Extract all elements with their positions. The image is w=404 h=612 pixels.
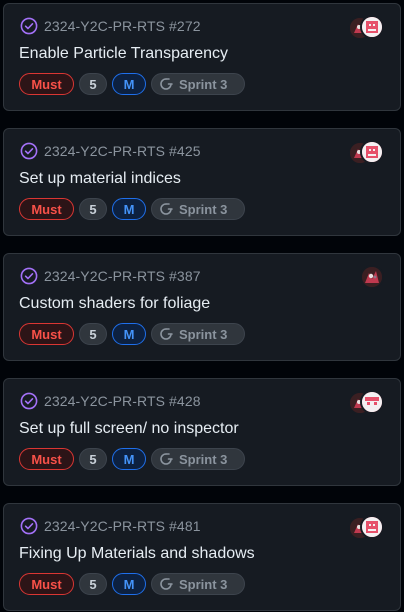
sprint-badge[interactable]: Sprint 3 [151, 573, 245, 595]
card-fields: Must 5 M Sprint 3 [19, 323, 250, 345]
iteration-icon [158, 201, 174, 217]
card-header: 2324-Y2C-PR-RTS #481 [20, 516, 201, 536]
priority-badge[interactable]: Must [19, 198, 74, 220]
iteration-icon [158, 451, 174, 467]
sprint-label: Sprint 3 [179, 201, 228, 217]
assignees[interactable] [348, 515, 386, 541]
assignee-avatar[interactable] [360, 15, 384, 39]
issue-card[interactable]: 2324-Y2C-PR-RTS #425 Set up material ind… [3, 128, 401, 236]
size-badge[interactable]: M [112, 198, 146, 220]
iteration-icon [158, 326, 174, 342]
assignee-avatar[interactable] [360, 265, 384, 289]
card-header: 2324-Y2C-PR-RTS #387 [20, 266, 201, 286]
card-fields: Must 5 M Sprint 3 [19, 573, 250, 595]
issue-closed-check-icon [20, 17, 38, 35]
project-board-column: 2324-Y2C-PR-RTS #272 Enable Particle Tra… [0, 0, 404, 612]
card-fields: Must 5 M Sprint 3 [19, 198, 250, 220]
sprint-badge[interactable]: Sprint 3 [151, 198, 245, 220]
issue-title[interactable]: Custom shaders for foliage [19, 295, 210, 313]
sprint-badge[interactable]: Sprint 3 [151, 448, 245, 470]
sprint-label: Sprint 3 [179, 76, 228, 92]
size-badge[interactable]: M [112, 323, 146, 345]
priority-badge[interactable]: Must [19, 448, 74, 470]
issue-reference-link[interactable]: 2324-Y2C-PR-RTS #387 [44, 268, 201, 284]
issue-title[interactable]: Enable Particle Transparency [19, 45, 228, 63]
issue-title[interactable]: Fixing Up Materials and shadows [19, 545, 255, 563]
size-badge[interactable]: M [112, 73, 146, 95]
size-badge[interactable]: M [112, 573, 146, 595]
issue-closed-check-icon [20, 517, 38, 535]
iteration-icon [158, 576, 174, 592]
size-badge[interactable]: M [112, 448, 146, 470]
issue-reference-link[interactable]: 2324-Y2C-PR-RTS #481 [44, 518, 201, 534]
priority-badge[interactable]: Must [19, 73, 74, 95]
issue-title[interactable]: Set up full screen/ no inspector [19, 420, 239, 438]
sprint-label: Sprint 3 [179, 326, 228, 342]
assignees[interactable] [348, 390, 386, 416]
assignees[interactable] [348, 265, 386, 291]
assignees[interactable] [348, 140, 386, 166]
issue-card[interactable]: 2324-Y2C-PR-RTS #387 Custom shaders for … [3, 253, 401, 361]
assignee-avatar[interactable] [360, 390, 384, 414]
iteration-icon [158, 76, 174, 92]
estimate-badge[interactable]: 5 [79, 198, 107, 220]
card-header: 2324-Y2C-PR-RTS #425 [20, 141, 201, 161]
issue-closed-check-icon [20, 267, 38, 285]
assignee-avatar[interactable] [360, 140, 384, 164]
priority-badge[interactable]: Must [19, 323, 74, 345]
sprint-badge[interactable]: Sprint 3 [151, 323, 245, 345]
sprint-label: Sprint 3 [179, 576, 228, 592]
card-fields: Must 5 M Sprint 3 [19, 448, 250, 470]
card-header: 2324-Y2C-PR-RTS #272 [20, 16, 201, 36]
estimate-badge[interactable]: 5 [79, 573, 107, 595]
issue-closed-check-icon [20, 142, 38, 160]
issue-card[interactable]: 2324-Y2C-PR-RTS #481 Fixing Up Materials… [3, 503, 401, 611]
priority-badge[interactable]: Must [19, 573, 74, 595]
estimate-badge[interactable]: 5 [79, 73, 107, 95]
sprint-label: Sprint 3 [179, 451, 228, 467]
card-fields: Must 5 M Sprint 3 [19, 73, 250, 95]
issue-card[interactable]: 2324-Y2C-PR-RTS #428 Set up full screen/… [3, 378, 401, 486]
issue-closed-check-icon [20, 392, 38, 410]
assignees[interactable] [348, 15, 386, 41]
issue-reference-link[interactable]: 2324-Y2C-PR-RTS #428 [44, 393, 201, 409]
sprint-badge[interactable]: Sprint 3 [151, 73, 245, 95]
issue-title[interactable]: Set up material indices [19, 170, 181, 188]
issue-card[interactable]: 2324-Y2C-PR-RTS #272 Enable Particle Tra… [3, 3, 401, 111]
card-header: 2324-Y2C-PR-RTS #428 [20, 391, 201, 411]
estimate-badge[interactable]: 5 [79, 448, 107, 470]
assignee-avatar[interactable] [360, 515, 384, 539]
issue-reference-link[interactable]: 2324-Y2C-PR-RTS #272 [44, 18, 201, 34]
estimate-badge[interactable]: 5 [79, 323, 107, 345]
issue-reference-link[interactable]: 2324-Y2C-PR-RTS #425 [44, 143, 201, 159]
